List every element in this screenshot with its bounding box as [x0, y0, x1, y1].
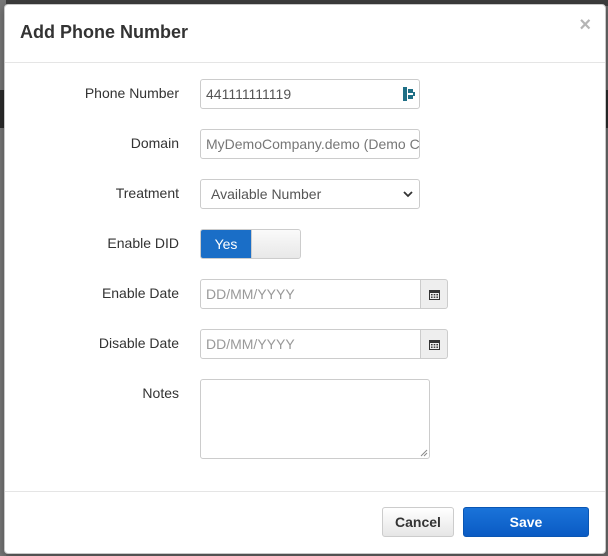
enable-did-label: Enable DID — [107, 235, 179, 251]
calendar-icon — [429, 340, 440, 350]
notes-textarea[interactable] — [200, 379, 430, 459]
dialog-title: Add Phone Number — [20, 22, 189, 42]
phone-number-row: Phone Number 441111111119 — [5, 79, 605, 109]
enable-date-group: DD/MM/YYYY — [200, 279, 448, 309]
domain-input[interactable]: MyDemoCompany.demo (Demo Con — [200, 129, 420, 159]
toggle-on-label: Yes — [201, 230, 251, 258]
enable-date-input[interactable]: DD/MM/YYYY — [200, 279, 421, 309]
phone-number-input[interactable]: 441111111119 — [200, 79, 420, 109]
domain-row: Domain MyDemoCompany.demo (Demo Con — [5, 129, 605, 159]
treatment-select[interactable]: Available Number — [200, 179, 420, 209]
treatment-label: Treatment — [115, 185, 179, 201]
enable-date-label: Enable Date — [101, 285, 179, 301]
dialog-header: Add Phone Number × — [5, 5, 605, 63]
notes-label: Notes — [142, 385, 179, 401]
enable-did-toggle[interactable]: Yes — [200, 229, 301, 259]
notes-row: Notes — [5, 379, 605, 459]
disable-date-row: Disable Date DD/MM/YYYY — [5, 329, 605, 359]
enable-date-row: Enable Date DD/MM/YYYY — [5, 279, 605, 309]
chevron-down-icon — [403, 191, 413, 198]
contact-card-icon[interactable] — [402, 86, 416, 102]
resize-grip-icon[interactable] — [420, 449, 428, 457]
calendar-icon — [429, 290, 440, 300]
domain-value: MyDemoCompany.demo (Demo Con — [206, 136, 420, 152]
add-phone-number-dialog: Add Phone Number × Phone Number 44111111… — [4, 4, 606, 554]
dialog-footer: Cancel Save — [5, 491, 605, 553]
disable-date-input[interactable]: DD/MM/YYYY — [200, 329, 421, 359]
treatment-row: Treatment Available Number — [5, 179, 605, 209]
cancel-button[interactable]: Cancel — [382, 507, 454, 537]
phone-number-label: Phone Number — [84, 85, 179, 101]
disable-date-calendar-button[interactable] — [420, 329, 448, 359]
enable-date-calendar-button[interactable] — [420, 279, 448, 309]
close-icon[interactable]: × — [579, 15, 591, 35]
treatment-selected-value: Available Number — [211, 186, 322, 202]
disable-date-group: DD/MM/YYYY — [200, 329, 448, 359]
save-button[interactable]: Save — [463, 507, 589, 537]
disable-date-label: Disable Date — [98, 335, 179, 351]
enable-did-row: Enable DID Yes — [5, 229, 605, 259]
toggle-handle[interactable] — [251, 230, 300, 258]
domain-label: Domain — [130, 135, 179, 151]
phone-number-value: 441111111119 — [206, 86, 292, 102]
